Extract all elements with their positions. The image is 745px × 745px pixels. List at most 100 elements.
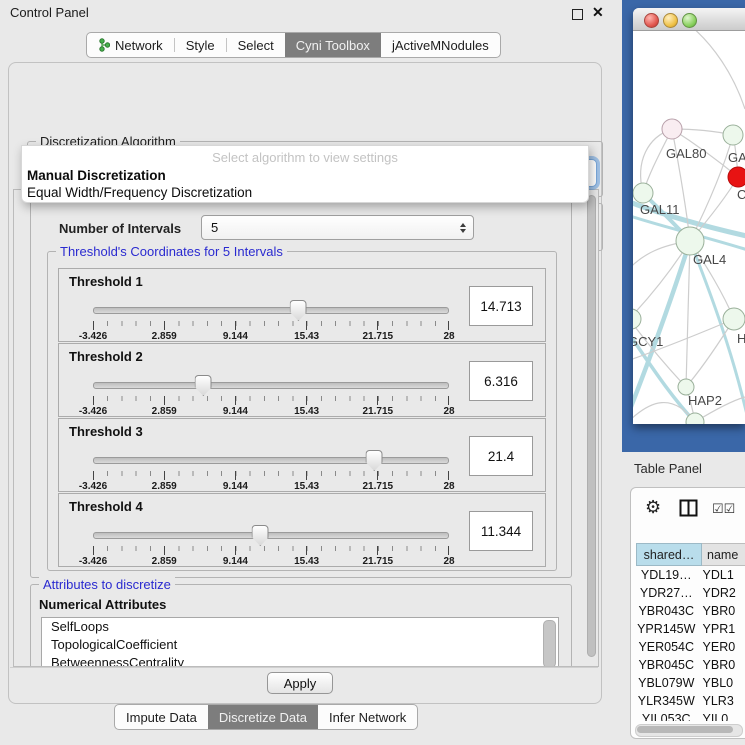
cell: YBR0 (697, 658, 745, 672)
settings-scrollbar-thumb[interactable] (587, 195, 596, 657)
node-label: CY (737, 187, 745, 202)
table-row[interactable]: YBL079WYBL0 (636, 674, 745, 692)
slider-track[interactable] (93, 307, 449, 314)
network-window-titlebar[interactable] (633, 8, 745, 31)
threshold-3-slider[interactable]: -3.426 2.859 9.144 15.43 21.715 28 (93, 449, 449, 489)
list-item[interactable]: SelfLoops (42, 618, 558, 636)
threshold-1-panel: Threshold 1 -3.426 2.859 9.144 15.43 (58, 268, 546, 342)
table-row[interactable]: YBR045CYBR0 (636, 656, 745, 674)
control-panel-title: Control Panel (10, 5, 89, 20)
float-window-icon[interactable] (572, 9, 583, 20)
threshold-1-slider[interactable]: -3.426 2.859 9.144 15.43 21.715 28 (93, 299, 449, 339)
tab-jactivemnodules[interactable]: jActiveMNodules (381, 33, 500, 57)
node-label: HAP2 (688, 393, 722, 408)
dropdown-option-equal-width-frequency[interactable]: Equal Width/Frequency Discretization (27, 185, 252, 200)
tab-discretize-data[interactable]: Discretize Data (208, 705, 318, 729)
tab-style[interactable]: Style (175, 33, 226, 57)
slider-major-ticks (93, 546, 449, 555)
thresholds-coordinates-group: Threshold's Coordinates for 5 Intervals … (47, 251, 557, 571)
slider-thumb[interactable] (252, 525, 269, 546)
cell: YPR145W (636, 622, 697, 636)
slider-track[interactable] (93, 382, 449, 389)
dropdown-option-manual-discretization[interactable]: Manual Discretization (27, 168, 166, 183)
close-icon[interactable]: ✕ (592, 4, 604, 21)
tick-label: -3.426 (79, 556, 107, 567)
node-gal80[interactable] (662, 119, 682, 139)
node-partial-top-right[interactable] (723, 125, 743, 145)
split-columns-icon[interactable] (679, 499, 698, 520)
edge (643, 129, 672, 193)
tab-select[interactable]: Select (227, 33, 285, 57)
node-partial-low-right[interactable] (723, 308, 745, 330)
threshold-3-value-field[interactable]: 21.4 (469, 436, 533, 476)
node-gal4[interactable] (676, 227, 704, 255)
threshold-4-slider[interactable]: -3.426 2.859 9.144 15.43 21.715 28 (93, 524, 449, 564)
gear-icon[interactable]: ⚙ (645, 498, 661, 516)
tick-label: 28 (443, 331, 454, 342)
tab-impute-data-label: Impute Data (126, 710, 197, 725)
table-row[interactable]: YDR27…YDR2 (636, 584, 745, 602)
column-header-name[interactable]: name (702, 543, 745, 566)
slider-track[interactable] (93, 532, 449, 539)
table-row[interactable]: YDL19…YDL1 (636, 566, 745, 584)
slider-thumb[interactable] (366, 450, 383, 471)
node-gal11[interactable] (633, 183, 653, 203)
apply-button[interactable]: Apply (267, 672, 333, 694)
table-horizontal-scrollbar-thumb[interactable] (637, 726, 733, 733)
settings-scrollbar[interactable] (586, 193, 597, 659)
close-traffic-light-icon[interactable] (644, 13, 659, 28)
number-of-intervals-select[interactable]: 5 (201, 215, 474, 240)
number-of-intervals-value: 5 (211, 220, 218, 235)
table-row[interactable]: YER054CYER0 (636, 638, 745, 656)
cell: YLR345W (636, 694, 697, 708)
threshold-4-label: Threshold 4 (69, 499, 143, 514)
node-gcy1[interactable] (633, 309, 641, 329)
threshold-2-value-field[interactable]: 6.316 (469, 361, 533, 401)
slider-track[interactable] (93, 457, 449, 464)
tab-impute-data[interactable]: Impute Data (115, 705, 208, 729)
spinner-arrows-icon (460, 223, 466, 233)
minimize-traffic-light-icon[interactable] (663, 13, 678, 28)
threshold-2-label: Threshold 2 (69, 349, 143, 364)
slider-tick-labels: -3.426 2.859 9.144 15.43 21.715 28 (93, 406, 449, 418)
table-row[interactable]: YPR145WYPR1 (636, 620, 745, 638)
node-selected-red[interactable] (728, 167, 745, 187)
numerical-attributes-list: SelfLoops TopologicalCoefficient Between… (41, 617, 559, 667)
list-scrollbar[interactable] (543, 620, 556, 667)
list-item[interactable]: BetweennessCentrality (42, 654, 558, 667)
tick-label: 15.43 (294, 406, 319, 417)
node-label: GAL4 (693, 252, 726, 267)
tick-label: 28 (443, 556, 454, 567)
select-columns-checkboxes-icon[interactable]: ☑☑ (712, 501, 735, 517)
tab-network-label: Network (115, 38, 163, 53)
tab-infer-network[interactable]: Infer Network (318, 705, 417, 729)
column-header-shared-name[interactable]: shared… (636, 543, 702, 566)
control-panel-tabbar: Network Style Select Cyni Toolbox jActiv… (86, 32, 501, 58)
tab-network[interactable]: Network (87, 33, 174, 57)
tab-discretize-data-label: Discretize Data (219, 710, 307, 725)
table-row[interactable]: YBR043CYBR0 (636, 602, 745, 620)
tick-label: 9.144 (223, 556, 248, 567)
slider-major-ticks (93, 321, 449, 330)
node-label: GAL11 (640, 202, 680, 217)
cell: YLR3 (697, 694, 745, 708)
slider-thumb[interactable] (290, 300, 307, 321)
table-horizontal-scrollbar[interactable] (635, 724, 743, 737)
tab-cyni-toolbox[interactable]: Cyni Toolbox (285, 33, 381, 57)
threshold-2-slider[interactable]: -3.426 2.859 9.144 15.43 21.715 28 (93, 374, 449, 414)
table-row[interactable]: YLR345WYLR3 (636, 692, 745, 710)
slider-thumb[interactable] (195, 375, 212, 396)
maximize-traffic-light-icon[interactable] (682, 13, 697, 28)
network-graph: GAL80 GA GAL11 CY GAL4 GCY1 HA HAP2 (633, 31, 745, 424)
threshold-3-panel: Threshold 3 -3.426 2.859 9.144 15.43 (58, 418, 546, 492)
tick-label: -3.426 (79, 406, 107, 417)
table-body: YDL19…YDL1 YDR27…YDR2 YBR043CYBR0 YPR145… (636, 566, 745, 721)
list-item[interactable]: TopologicalCoefficient (42, 636, 558, 654)
table-row[interactable]: YIL053CYIL0 (636, 710, 745, 721)
edge (691, 31, 745, 109)
tick-label: 15.43 (294, 556, 319, 567)
cyni-bottom-tabbar: Impute Data Discretize Data Infer Networ… (114, 704, 418, 730)
network-canvas[interactable]: GAL80 GA GAL11 CY GAL4 GCY1 HA HAP2 (633, 31, 745, 424)
threshold-1-value-field[interactable]: 14.713 (469, 286, 533, 326)
threshold-4-value-field[interactable]: 11.344 (469, 511, 533, 551)
